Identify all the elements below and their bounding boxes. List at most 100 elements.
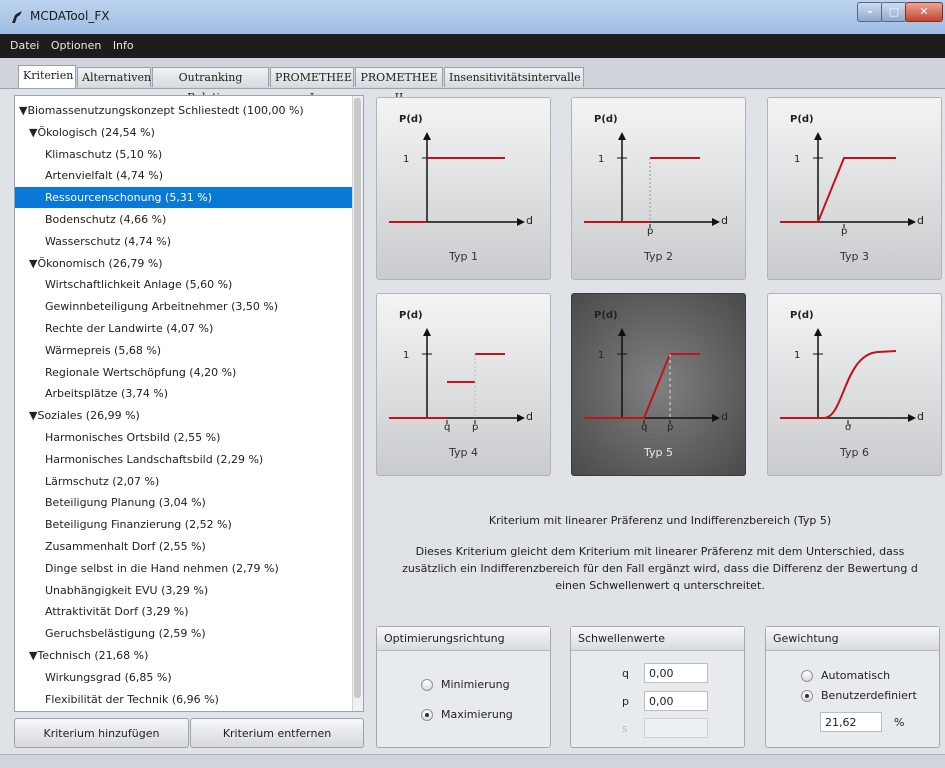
app-logo-icon bbox=[12, 11, 22, 23]
tree-criterion-item[interactable]: Zusammenhalt Dorf (2,55 %) bbox=[15, 536, 363, 557]
thresholds-group: Schwellenwerte q 0,00 p 0,00 s bbox=[570, 626, 745, 748]
x-axis-label: d bbox=[526, 214, 533, 227]
x-tick-label: p bbox=[647, 226, 654, 237]
tree-criterion-item[interactable]: Wirtschaftlichkeit Anlage (5,60 %) bbox=[15, 274, 363, 295]
tree-criterion-item[interactable]: Bodenschutz (4,66 %) bbox=[15, 209, 363, 230]
tree-group-item[interactable]: ▼Soziales (26,99 %) bbox=[15, 405, 363, 426]
tab-promethee-2[interactable]: PROMETHEE II bbox=[355, 67, 443, 104]
weighting-group: Gewichtung Automatisch Benutzerdefiniert… bbox=[765, 626, 940, 748]
x-tick-label: q bbox=[444, 422, 451, 433]
criteria-tree[interactable]: ▼Biomassenutzungskonzept Schliestedt (10… bbox=[14, 95, 364, 712]
tree-criterion-item[interactable]: Arbeitsplätze (3,74 %) bbox=[15, 383, 363, 404]
maximize-label[interactable]: Maximierung bbox=[441, 708, 513, 721]
x-tick-label: σ bbox=[845, 422, 852, 433]
preference-type-tile[interactable]: P(d) 1 d q p Typ 5 bbox=[571, 293, 746, 476]
tree-criterion-item[interactable]: Ressourcenschonung (5,31 %) bbox=[15, 187, 363, 209]
weight-input[interactable]: 21,62 bbox=[820, 712, 882, 732]
title-bar: MCDATool_FX – □ ✕ bbox=[0, 0, 945, 35]
preference-type-label: Typ 3 bbox=[840, 250, 869, 263]
preference-type-tile[interactable]: P(d) 1 d p Typ 2 bbox=[571, 97, 746, 280]
preference-type-label: Typ 2 bbox=[644, 250, 673, 263]
tree-criterion-item[interactable]: Attraktivität Dorf (3,29 %) bbox=[15, 601, 363, 622]
maximize-radio[interactable] bbox=[421, 709, 433, 721]
y-axis-label: P(d) bbox=[594, 114, 618, 125]
x-tick-label: p bbox=[667, 422, 674, 433]
tree-criterion-item[interactable]: Regionale Wertschöpfung (4,20 %) bbox=[15, 362, 363, 383]
x-axis-label: d bbox=[917, 410, 924, 423]
preference-type-tile[interactable]: P(d) 1 d σ Typ 6 bbox=[767, 293, 942, 476]
menu-datei[interactable]: Datei bbox=[6, 34, 43, 58]
preference-type-tile[interactable]: P(d) 1 d q p Typ 4 bbox=[376, 293, 551, 476]
type-description-line-2: zusätzlich ein Indifferenzbereich für de… bbox=[402, 562, 918, 575]
tree-criterion-item[interactable]: Flexibilität der Technik (6,96 %) bbox=[15, 689, 363, 710]
tree-criterion-item[interactable]: Gewinnbeteiligung Arbeitnehmer (3,50 %) bbox=[15, 296, 363, 317]
automatic-label[interactable]: Automatisch bbox=[821, 669, 890, 682]
tree-criterion-item[interactable]: Geruchsbelästigung (2,59 %) bbox=[15, 623, 363, 644]
tree-group-item[interactable]: ▼Biomassenutzungskonzept Schliestedt (10… bbox=[15, 100, 359, 121]
minimize-label[interactable]: Minimierung bbox=[441, 678, 510, 691]
automatic-radio[interactable] bbox=[801, 670, 813, 682]
y-axis-label: P(d) bbox=[399, 310, 423, 321]
y-tick-one: 1 bbox=[598, 154, 605, 165]
x-tick-label: p bbox=[841, 226, 848, 237]
preference-type-label: Typ 5 bbox=[644, 446, 673, 459]
tree-scrollbar[interactable] bbox=[352, 96, 363, 711]
tree-criterion-item[interactable]: Klimaschutz (5,10 %) bbox=[15, 144, 363, 165]
p-label: p bbox=[622, 695, 629, 708]
remove-criterion-button[interactable]: Kriterium entfernen bbox=[190, 718, 364, 748]
x-axis-label: d bbox=[721, 410, 728, 423]
tree-criterion-item[interactable]: Beteiligung Planung (3,04 %) bbox=[15, 492, 363, 513]
custom-radio[interactable] bbox=[801, 690, 813, 702]
q-label: q bbox=[622, 667, 629, 680]
tree-criterion-item[interactable]: Harmonisches Landschaftsbild (2,29 %) bbox=[15, 449, 363, 470]
preference-type-tile[interactable]: P(d) 1 d p Typ 3 bbox=[767, 97, 942, 280]
q-threshold-input[interactable]: 0,00 bbox=[644, 663, 708, 683]
type-description-title: Kriterium mit linearer Präferenz und Ind… bbox=[488, 514, 832, 527]
tree-criterion-item[interactable]: Wärmepreis (5,68 %) bbox=[15, 340, 363, 361]
menu-optionen[interactable]: Optionen bbox=[47, 34, 105, 58]
y-axis-label: P(d) bbox=[399, 114, 423, 125]
thresholds-header: Schwellenwerte bbox=[571, 627, 744, 651]
type-description-line-3: einen Schwellenwert q unterschreitet. bbox=[555, 579, 765, 592]
minimize-button[interactable]: – bbox=[857, 2, 883, 22]
tree-group-item[interactable]: ▼Technisch (21,68 %) bbox=[15, 645, 363, 666]
y-tick-one: 1 bbox=[403, 154, 410, 165]
tab-kriterien[interactable]: Kriterien bbox=[18, 65, 76, 88]
maximize-button[interactable]: □ bbox=[881, 2, 907, 22]
add-criterion-button[interactable]: Kriterium hinzufügen bbox=[14, 718, 189, 748]
y-tick-one: 1 bbox=[794, 154, 801, 165]
tab-alternativen[interactable]: Alternativen bbox=[77, 67, 151, 87]
tab-bar: Kriterien Alternativen Outranking Relati… bbox=[0, 58, 945, 104]
optimization-group: Optimierungsrichtung Minimierung Maximie… bbox=[376, 626, 551, 748]
minimize-radio[interactable] bbox=[421, 679, 433, 691]
preference-type-label: Typ 4 bbox=[449, 446, 478, 459]
status-bar bbox=[0, 754, 945, 768]
x-axis-label: d bbox=[526, 410, 533, 423]
optimization-header: Optimierungsrichtung bbox=[377, 627, 550, 651]
tree-criterion-item[interactable]: Wasserschutz (4,74 %) bbox=[15, 231, 363, 252]
tree-criterion-item[interactable]: Harmonisches Ortsbild (2,55 %) bbox=[15, 427, 363, 448]
tree-criterion-item[interactable]: Unabhängigkeit EVU (3,29 %) bbox=[15, 580, 363, 601]
type-description-line-1: Dieses Kriterium gleicht dem Kriterium m… bbox=[415, 545, 905, 558]
menu-bar: Datei Optionen Info bbox=[0, 34, 945, 58]
tree-criterion-item[interactable]: Artenvielfalt (4,74 %) bbox=[15, 165, 363, 186]
tree-criterion-item[interactable]: Beteiligung Finanzierung (2,52 %) bbox=[15, 514, 363, 535]
scrollbar-thumb[interactable] bbox=[354, 98, 361, 698]
tab-outranking-relation[interactable]: Outranking Relation bbox=[152, 67, 269, 104]
p-threshold-input[interactable]: 0,00 bbox=[644, 691, 708, 711]
tree-group-item[interactable]: ▼Ökonomisch (26,79 %) bbox=[15, 253, 363, 274]
tree-group-item[interactable]: ▼Ökologisch (24,54 %) bbox=[15, 122, 363, 143]
preference-type-label: Typ 6 bbox=[840, 446, 869, 459]
tree-criterion-item[interactable]: Wirkungsgrad (6,85 %) bbox=[15, 667, 363, 688]
tree-criterion-item[interactable]: Dinge selbst in die Hand nehmen (2,79 %) bbox=[15, 558, 363, 579]
weighting-header: Gewichtung bbox=[766, 627, 939, 651]
tab-insensitivitaetsintervalle[interactable]: Insensitivitätsintervalle bbox=[444, 67, 584, 87]
close-button[interactable]: ✕ bbox=[905, 2, 943, 22]
y-axis-label: P(d) bbox=[790, 114, 814, 125]
preference-type-tile[interactable]: P(d) 1 d Typ 1 bbox=[376, 97, 551, 280]
tree-criterion-item[interactable]: Lärmschutz (2,07 %) bbox=[15, 471, 363, 492]
custom-label[interactable]: Benutzerdefiniert bbox=[821, 689, 917, 702]
tree-criterion-item[interactable]: Rechte der Landwirte (4,07 %) bbox=[15, 318, 363, 339]
tab-promethee-1[interactable]: PROMETHEE I bbox=[270, 67, 354, 104]
menu-info[interactable]: Info bbox=[109, 34, 138, 58]
